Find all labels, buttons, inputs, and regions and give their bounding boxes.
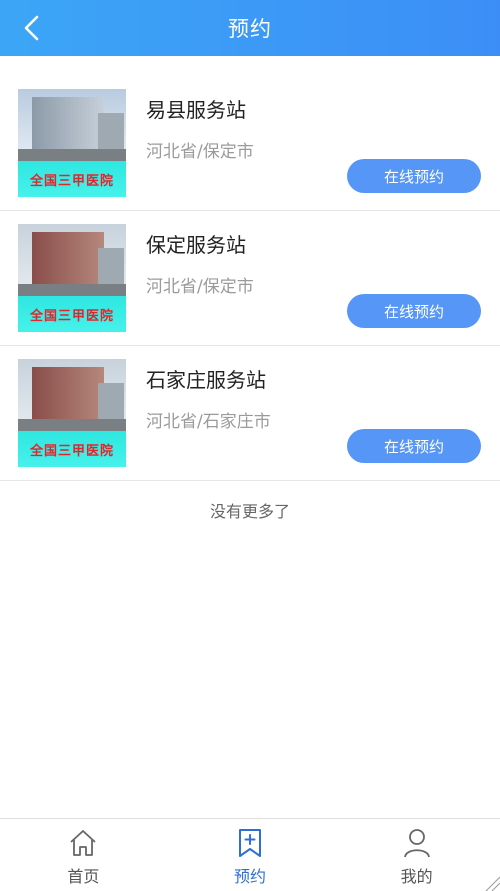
station-item[interactable]: 全国三甲医院 石家庄服务站 河北省/石家庄市 在线预约 (0, 346, 500, 481)
book-online-button[interactable]: 在线预约 (347, 294, 481, 328)
tab-booking[interactable]: 预约 (167, 819, 334, 891)
back-button[interactable] (16, 12, 48, 44)
station-item[interactable]: 全国三甲医院 易县服务站 河北省/保定市 在线预约 (0, 76, 500, 211)
page-title: 预约 (228, 17, 272, 41)
station-region: 河北省/保定市 (146, 142, 254, 162)
resize-grip-icon (485, 876, 500, 891)
no-more-text: 没有更多了 (209, 502, 290, 521)
tab-mine[interactable]: 我的 (333, 819, 500, 891)
home-icon (70, 830, 96, 856)
station-name: 易县服务站 (146, 98, 246, 122)
station-thumbnail: 全国三甲医院 (18, 359, 126, 467)
chevron-left-icon (24, 15, 39, 41)
book-online-button[interactable]: 在线预约 (347, 429, 481, 463)
station-thumbnail: 全国三甲医院 (18, 89, 126, 197)
tab-home[interactable]: 首页 (0, 819, 167, 891)
station-region: 河北省/石家庄市 (146, 412, 271, 432)
top-bar: 预约 (0, 0, 500, 56)
station-name: 石家庄服务站 (146, 368, 266, 392)
thumbnail-banner-text: 全国三甲医院 (29, 308, 114, 324)
thumbnail-banner-text: 全国三甲医院 (29, 443, 114, 459)
thumbnail-banner-text: 全国三甲医院 (29, 173, 114, 189)
station-thumbnail: 全国三甲医院 (18, 224, 126, 332)
tab-mine-label: 我的 (400, 867, 433, 886)
bottom-tab-bar: 首页 预约 我的 (0, 818, 500, 891)
station-name: 保定服务站 (146, 233, 246, 257)
user-icon (403, 829, 430, 858)
tab-home-label: 首页 (67, 867, 100, 886)
bookmark-plus-icon (239, 829, 261, 857)
book-online-button[interactable]: 在线预约 (347, 159, 481, 193)
station-item[interactable]: 全国三甲医院 保定服务站 河北省/保定市 在线预约 (0, 211, 500, 346)
station-list: 全国三甲医院 易县服务站 河北省/保定市 在线预约 全国三甲医院 保定服务站 河… (0, 76, 500, 481)
tab-booking-label: 预约 (234, 867, 267, 886)
station-region: 河北省/保定市 (146, 277, 254, 297)
